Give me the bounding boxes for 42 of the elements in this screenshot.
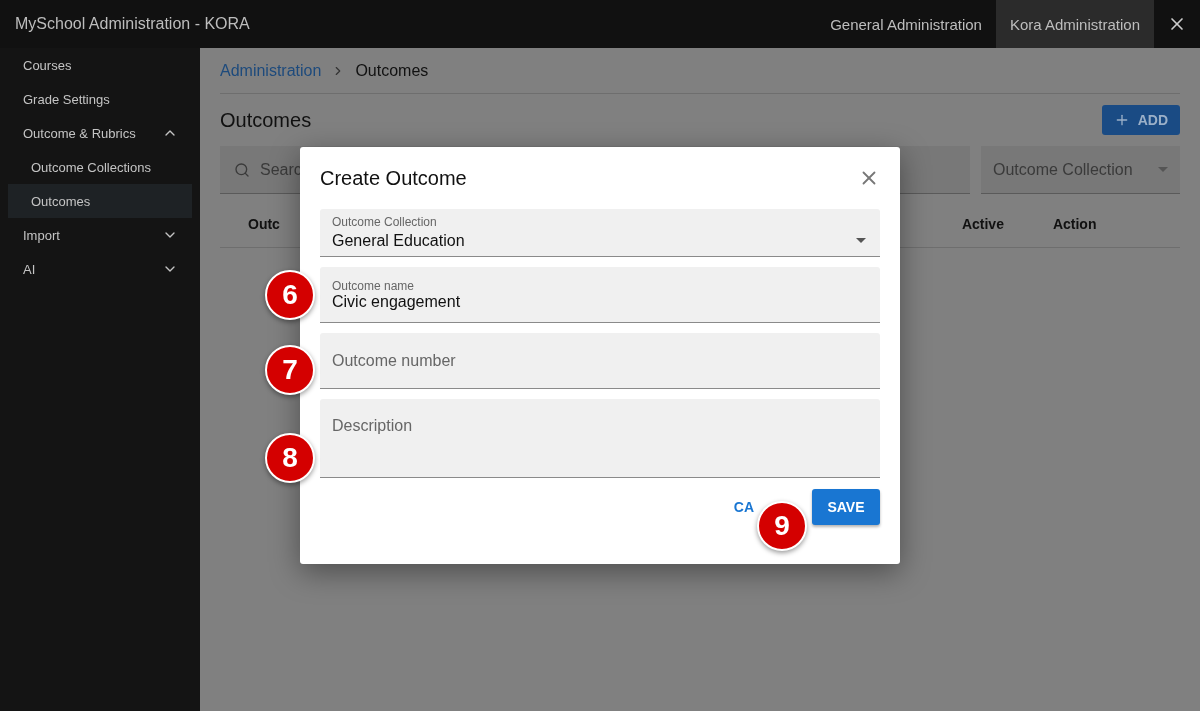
add-button[interactable]: ADD [1101,105,1180,135]
sidebar-item-label: Outcomes [31,193,91,209]
column-header: Active [961,216,1004,232]
sidebar-item-label: Grade Settings [23,91,110,107]
sidebar-item-label: Outcome & Rubrics [23,125,136,141]
sidebar-item[interactable]: AI [0,252,200,286]
field-label: Outcome name [332,278,415,293]
dropdown-caret-icon [856,238,866,243]
sidebar-item-label: Import [23,227,60,243]
input-field[interactable]: Civic engagement [332,292,868,311]
column-header: Outc [248,216,280,232]
sidebar-item[interactable]: Courses [0,48,200,82]
step-badge: 7 [265,345,315,395]
sidebar-item[interactable]: Outcomes [8,184,192,218]
dialog-title: Create Outcome [320,166,467,190]
save-button[interactable]: SAVE [812,489,880,525]
sidebar-item[interactable]: Grade Settings [0,82,200,116]
breadcrumb-current: Outcomes [355,61,429,80]
select-field[interactable]: Outcome Collection General Education [320,209,880,257]
description-area[interactable]: Description [332,417,868,473]
sidebar-item-label: Courses [23,57,72,73]
sidebar-item[interactable]: Outcome Collections [8,150,192,184]
input-field[interactable]: Outcome number [332,351,868,370]
cancel-button[interactable]: CA [733,499,754,515]
sidebar-item[interactable]: Outcome & Rubrics [0,116,200,150]
text-field[interactable]: Outcome number [320,333,880,389]
column-header: Action [1052,216,1097,232]
sidebar-item-label: Outcome Collections [31,159,151,175]
field-label: Outcome Collection [332,215,437,229]
text-field[interactable]: Description [320,399,880,478]
app-title: MySchool Administration - KORA [14,15,251,33]
nav-tab[interactable]: Kora Administration [995,0,1154,48]
dropdown-caret-icon [1158,167,1168,172]
step-badge: 6 [265,270,315,320]
page-title: Outcomes [220,108,312,132]
nav-tab[interactable]: General Administration [816,0,996,48]
text-field[interactable]: Outcome name Civic engagement [320,267,880,323]
sidebar-item-label: AI [23,261,36,277]
step-badge: 8 [265,433,315,483]
sidebar-item[interactable]: Import [0,218,200,252]
search-icon [234,161,250,178]
field-value: General Education [332,232,465,250]
